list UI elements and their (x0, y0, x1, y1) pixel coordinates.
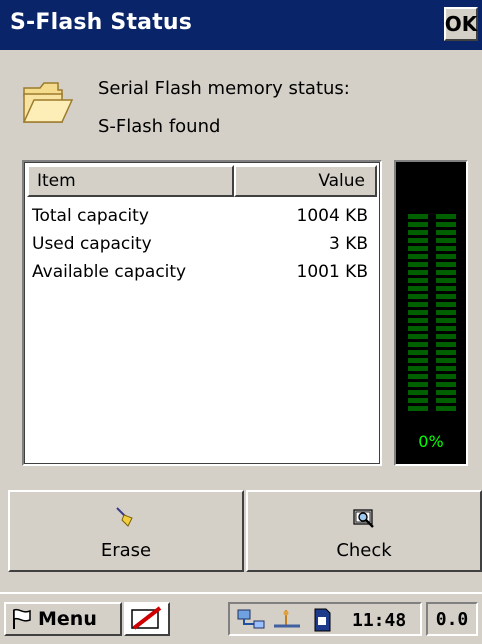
meter-segment (408, 398, 428, 403)
meter-segment (408, 350, 428, 355)
column-header-value[interactable]: Value (234, 165, 377, 197)
check-label: Check (336, 540, 392, 561)
meter-segment (436, 334, 456, 339)
meter-segment (436, 294, 456, 299)
meter-segment (408, 238, 428, 243)
meter-segment (436, 382, 456, 387)
meter-segment (408, 310, 428, 315)
meter-segment (408, 262, 428, 267)
meter-segment (408, 374, 428, 379)
row-value: 1001 KB (296, 262, 368, 282)
list-header: Item Value (27, 165, 377, 197)
meter-segment (408, 342, 428, 347)
meter-segment (436, 342, 456, 347)
meter-segment (408, 390, 428, 395)
meter-segment (436, 350, 456, 355)
capacity-list[interactable]: Item Value Total capacity 1004 KB Used c… (22, 160, 382, 466)
meter-segment (436, 270, 456, 275)
meter-segment (436, 230, 456, 235)
meter-segment (436, 222, 456, 227)
keyboard-icon (131, 606, 162, 630)
meter-segment (436, 390, 456, 395)
menu-label: Menu (38, 608, 97, 630)
meter-segment (408, 246, 428, 251)
status-result: S-Flash found (98, 116, 221, 137)
meter-segment (436, 398, 456, 403)
meter-segment (436, 406, 456, 411)
meter-segment (408, 302, 428, 307)
rate-indicator[interactable]: 0.0 (426, 602, 478, 636)
meter-segment (408, 326, 428, 331)
meter-column-left (408, 214, 428, 414)
row-value: 3 KB (328, 234, 368, 254)
ok-button[interactable]: OK (444, 7, 478, 41)
meter-segment (408, 254, 428, 259)
meter-segment (436, 358, 456, 363)
meter-segment (408, 214, 428, 219)
meter-segment (436, 302, 456, 307)
meter-segment (408, 382, 428, 387)
taskbar: Menu 11:48 0.0 (0, 592, 482, 644)
meter-segment (408, 278, 428, 283)
status-heading: Serial Flash memory status: (98, 78, 350, 99)
meter-segment (408, 230, 428, 235)
meter-segment (408, 366, 428, 371)
list-row-total[interactable]: Total capacity 1004 KB (32, 202, 368, 230)
erase-button[interactable]: Erase (8, 490, 244, 572)
meter-segment (408, 358, 428, 363)
meter-segment (436, 366, 456, 371)
meter-segment (408, 294, 428, 299)
meter-column-right (436, 214, 456, 414)
window-title: S-Flash Status (10, 10, 193, 35)
row-item: Total capacity (32, 206, 149, 226)
meter-segment (408, 286, 428, 291)
meter-segment (436, 262, 456, 267)
usage-meter: 0% (394, 160, 468, 466)
erase-label: Erase (100, 540, 152, 561)
start-flag-icon (13, 608, 31, 629)
meter-segment (436, 374, 456, 379)
meter-segment (436, 326, 456, 331)
meter-segment (436, 246, 456, 251)
meter-segment (436, 254, 456, 259)
meter-segment (408, 222, 428, 227)
meter-segment (436, 318, 456, 323)
folder-icon (22, 82, 74, 123)
system-tray: 11:48 (228, 602, 422, 636)
row-item: Used capacity (32, 234, 152, 254)
usb-icon[interactable] (272, 608, 302, 632)
network-icon[interactable] (236, 608, 266, 632)
meter-segment (408, 270, 428, 275)
meter-segment (436, 310, 456, 315)
list-row-available[interactable]: Available capacity 1001 KB (32, 258, 368, 286)
list-row-used[interactable]: Used capacity 3 KB (32, 230, 368, 258)
meter-segment (436, 286, 456, 291)
meter-percent: 0% (418, 432, 444, 451)
sd-card-icon[interactable] (312, 607, 332, 633)
meter-segment (408, 406, 428, 411)
column-header-item[interactable]: Item (27, 165, 234, 197)
meter-segment (436, 214, 456, 219)
meter-segment (408, 318, 428, 323)
meter-segment (436, 278, 456, 283)
row-item: Available capacity (32, 262, 187, 282)
row-value: 1004 KB (296, 206, 368, 226)
meter-segment (408, 334, 428, 339)
broom-icon (116, 507, 133, 527)
title-bar: S-Flash Status OK (0, 0, 482, 50)
magnifier-icon (353, 509, 374, 528)
start-menu-button[interactable]: Menu (4, 602, 122, 636)
meter-segment (436, 238, 456, 243)
input-panel-button[interactable] (124, 602, 170, 636)
check-button[interactable]: Check (246, 490, 482, 572)
clock[interactable]: 11:48 (352, 610, 406, 631)
